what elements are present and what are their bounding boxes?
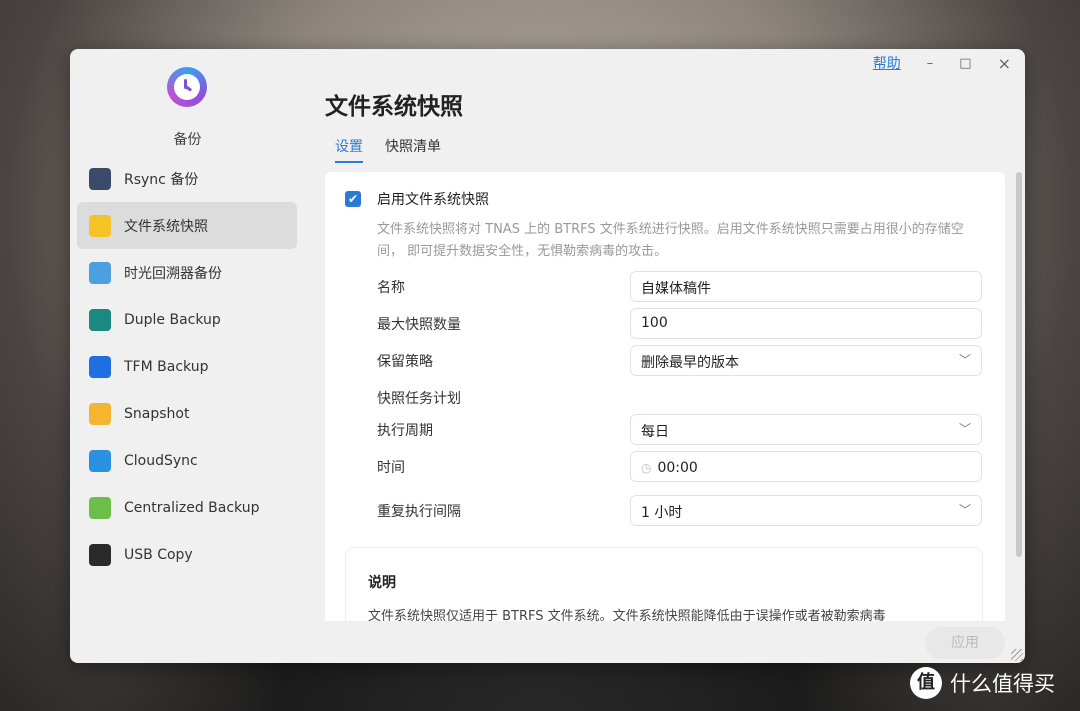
policy-value: 删除最早的版本 — [641, 355, 739, 371]
retention-policy-select[interactable]: 删除最早的版本 ﹀ — [630, 345, 982, 376]
scrollbar[interactable] — [1016, 172, 1022, 557]
time-machine-icon — [89, 261, 111, 284]
apply-button[interactable]: 应用 — [925, 627, 1005, 659]
time-label: 时间 — [377, 460, 405, 476]
schedule-heading-row: 快照任务计划 — [377, 382, 982, 413]
clock-icon: ◷ — [641, 461, 652, 475]
tab-settings[interactable]: 设置 — [335, 136, 363, 163]
sidebar-item[interactable]: TFM Backup — [77, 343, 297, 390]
sidebar-item[interactable]: Centralized Backup — [77, 484, 297, 531]
max-snapshots-input[interactable]: 100 — [630, 308, 982, 339]
usb-icon — [89, 543, 111, 566]
name-input[interactable]: 自媒体稿件 — [630, 271, 982, 302]
interval-value: 1 小时 — [641, 505, 683, 521]
enable-snapshot-label: 启用文件系统快照 — [377, 192, 489, 208]
name-row: 名称 自媒体稿件 — [377, 271, 982, 302]
policy-label: 保留策略 — [377, 354, 433, 370]
sidebar-item[interactable]: USB Copy — [77, 531, 297, 578]
chevron-down-icon: ﹀ — [958, 422, 971, 436]
note-text: 文件系统快照仅适用于 BTRFS 文件系统。文件系统快照能降低由于误操作或者被勒… — [368, 609, 886, 621]
app-name: 备份 — [173, 132, 202, 148]
watermark-logo: 值 — [910, 667, 942, 699]
watermark-text: 什么值得买 — [950, 672, 1055, 696]
folder-camera-icon — [89, 402, 111, 425]
policy-row: 保留策略 删除最早的版本 ﹀ — [377, 345, 982, 376]
sidebar-item-label: CloudSync — [124, 452, 198, 469]
sidebar-item-label: 时光回溯器备份 — [124, 265, 222, 282]
enable-snapshot-checkbox[interactable]: ✔ — [345, 191, 361, 207]
interval-label: 重复执行间隔 — [377, 504, 461, 520]
chevron-down-icon: ﹀ — [958, 353, 971, 367]
tfm-book-icon — [89, 355, 111, 378]
maximize-button[interactable]: □ — [959, 56, 971, 71]
interval-row: 重复执行间隔 1 小时 ﹀ — [377, 495, 982, 526]
max-label: 最大快照数量 — [377, 317, 461, 333]
watermark: 值 什么值得买 — [910, 667, 1055, 699]
chevron-down-icon: ﹀ — [958, 503, 971, 517]
settings-panel: ✔ 启用文件系统快照 文件系统快照将对 TNAS 上的 BTRFS 文件系统进行… — [325, 172, 1005, 621]
tab-snapshot-list[interactable]: 快照清单 — [385, 136, 441, 163]
max-row: 最大快照数量 100 — [377, 308, 982, 339]
sidebar-item[interactable]: 时光回溯器备份 — [77, 249, 297, 296]
sidebar-item-label: Rsync 备份 — [124, 171, 199, 188]
note-title: 说明 — [368, 575, 396, 591]
period-row: 执行周期 每日 ﹀ — [377, 414, 982, 445]
time-row: 时间 ◷ 00:00 — [377, 451, 982, 482]
help-link[interactable]: 帮助 — [873, 53, 901, 73]
duple-backup-icon — [89, 308, 111, 331]
sidebar-item-label: TFM Backup — [124, 358, 209, 375]
folder-snapshot-icon — [89, 214, 111, 237]
sidebar-item-label: Snapshot — [124, 405, 190, 422]
sidebar-item[interactable]: Snapshot — [77, 390, 297, 437]
cloud-icon — [89, 449, 111, 472]
period-label: 执行周期 — [377, 423, 433, 439]
sidebar-item[interactable]: Duple Backup — [77, 296, 297, 343]
period-select[interactable]: 每日 ﹀ — [630, 414, 982, 445]
page-title: 文件系统快照 — [325, 94, 463, 120]
tabs: 设置 快照清单 — [335, 136, 441, 163]
backup-app-logo-icon — [167, 67, 207, 107]
sidebar-item[interactable]: CloudSync — [77, 437, 297, 484]
sidebar: 备份 Rsync 备份 文件系统快照 时光回溯器备份 Duple Backup TFM … — [70, 49, 305, 663]
name-label: 名称 — [377, 280, 405, 296]
resize-handle[interactable] — [1011, 649, 1023, 661]
interval-select[interactable]: 1 小时 ﹀ — [630, 495, 982, 526]
sidebar-item-label: Duple Backup — [124, 311, 221, 328]
backup-window: 备份 Rsync 备份 文件系统快照 时光回溯器备份 Duple Backup TFM … — [70, 49, 1025, 663]
main-content: 帮助 – □ × 文件系统快照 设置 快照清单 ✔ 启用文件系统快照 文件系统快… — [325, 49, 1025, 663]
period-value: 每日 — [641, 424, 669, 440]
sidebar-item-label: 文件系统快照 — [124, 218, 208, 235]
sidebar-item[interactable]: 文件系统快照 — [77, 202, 297, 249]
schedule-heading: 快照任务计划 — [377, 391, 461, 407]
server-globe-icon — [89, 167, 111, 190]
window-controls: 帮助 – □ × — [873, 53, 1011, 73]
sidebar-item-label: Centralized Backup — [124, 499, 260, 516]
time-value: 00:00 — [657, 460, 698, 476]
time-input[interactable]: ◷ 00:00 — [630, 451, 982, 482]
note-box: 说明 文件系统快照仅适用于 BTRFS 文件系统。文件系统快照能降低由于误操作或… — [345, 547, 983, 621]
sidebar-item[interactable]: Rsync 备份 — [77, 155, 297, 202]
sidebar-nav: Rsync 备份 文件系统快照 时光回溯器备份 Duple Backup TFM Bac… — [77, 155, 297, 578]
close-button[interactable]: × — [998, 54, 1011, 73]
description: 文件系统快照将对 TNAS 上的 BTRFS 文件系统进行快照。启用文件系统快照… — [377, 222, 964, 259]
network-nodes-icon — [89, 496, 111, 519]
minimize-button[interactable]: – — [927, 56, 934, 71]
sidebar-item-label: USB Copy — [124, 546, 193, 563]
